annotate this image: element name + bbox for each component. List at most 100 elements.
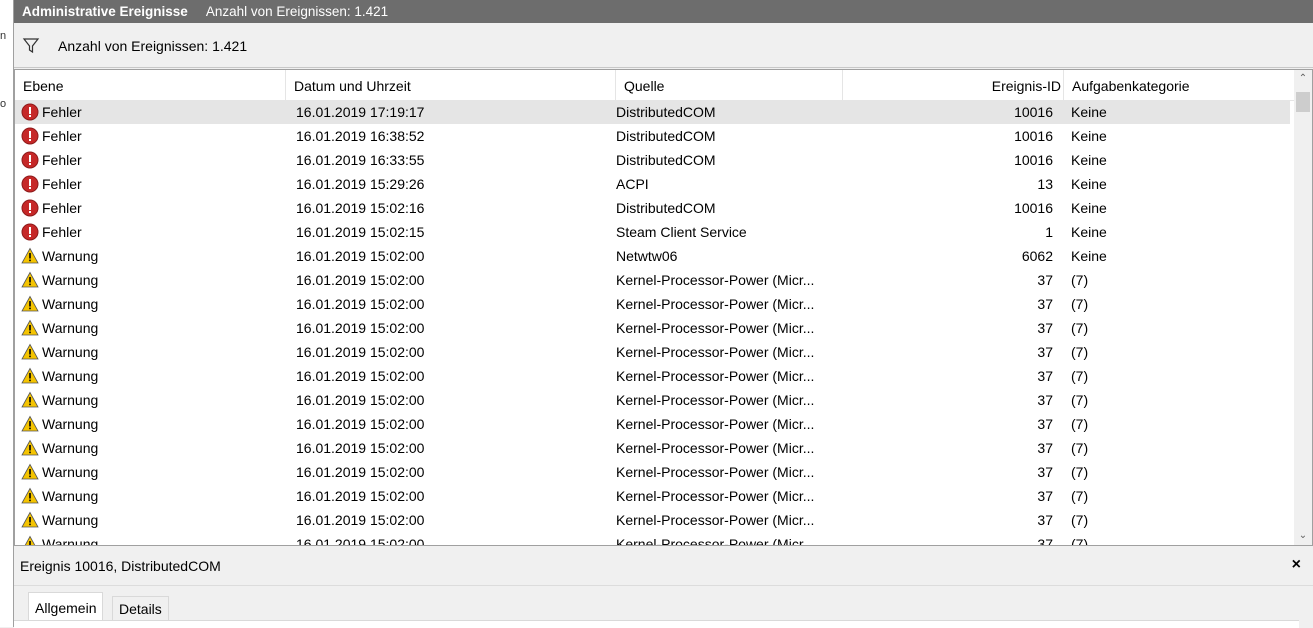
cell-category: (7)	[1071, 272, 1089, 288]
cell-event-id: 10016	[1014, 200, 1053, 216]
column-header-datum[interactable]: Datum und Uhrzeit	[286, 70, 616, 100]
scrollbar-thumb[interactable]	[1296, 92, 1310, 112]
error-icon	[21, 151, 42, 169]
cell-category: Keine	[1071, 176, 1107, 192]
table-row[interactable]: Warnung 16.01.2019 15:02:00 Kernel-Process…	[15, 412, 1290, 436]
cell-event-id: 37	[1037, 272, 1053, 288]
view-title-bar: Administrative Ereignisse Anzahl von Ere…	[14, 0, 1313, 23]
cell-date: 16.01.2019 15:02:00	[296, 296, 425, 312]
table-row[interactable]: Warnung 16.01.2019 15:02:00 Kernel-Process…	[15, 340, 1290, 364]
warning-icon	[21, 247, 42, 265]
cell-category: (7)	[1071, 464, 1089, 480]
table-row[interactable]: Warnung 16.01.2019 15:02:00 Kernel-Process…	[15, 532, 1290, 546]
close-icon[interactable]: ×	[1292, 556, 1301, 574]
event-detail-title: Ereignis 10016, DistributedCOM	[20, 558, 221, 574]
column-header-quelle[interactable]: Quelle	[616, 70, 843, 100]
cell-event-id: 10016	[1014, 128, 1053, 144]
table-header: Ebene Datum und Uhrzeit Quelle Ereignis-…	[15, 70, 1295, 101]
table-row[interactable]: Warnung 16.01.2019 15:02:00 Kernel-Process…	[15, 388, 1290, 412]
cell-event-id: 37	[1037, 416, 1053, 432]
cell-source: Kernel-Processor-Power (Micr...	[616, 368, 815, 384]
scroll-down-icon[interactable]: ⌄	[1294, 527, 1312, 545]
cell-source: DistributedCOM	[616, 200, 716, 216]
column-header-aufgabenkategorie[interactable]: Aufgabenkategorie	[1064, 70, 1295, 100]
cell-level: Fehler	[21, 100, 291, 124]
table-row[interactable]: Fehler 16.01.2019 15:02:16 DistributedCOM 1…	[15, 196, 1290, 220]
cell-level: Fehler	[21, 196, 291, 220]
cell-source: Kernel-Processor-Power (Micr...	[616, 320, 815, 336]
column-header-ebene[interactable]: Ebene	[15, 70, 286, 100]
table-row[interactable]: Warnung 16.01.2019 15:02:00 Kernel-Process…	[15, 364, 1290, 388]
cell-date: 16.01.2019 15:02:16	[296, 200, 425, 216]
table-row[interactable]: Warnung 16.01.2019 15:02:00 Kernel-Process…	[15, 460, 1290, 484]
cell-source: Kernel-Processor-Power (Micr...	[616, 536, 815, 546]
table-row[interactable]: Warnung 16.01.2019 15:02:00 Kernel-Process…	[15, 484, 1290, 508]
level-label: Warnung	[42, 296, 99, 312]
cell-event-id: 37	[1037, 344, 1053, 360]
table-row[interactable]: Fehler 16.01.2019 15:02:15 Steam Client Se…	[15, 220, 1290, 244]
table-row[interactable]: Warnung 16.01.2019 15:02:00 Kernel-Process…	[15, 436, 1290, 460]
cell-level: Fehler	[21, 172, 291, 196]
cell-category: (7)	[1071, 368, 1089, 384]
level-label: Warnung	[42, 536, 99, 546]
table-row[interactable]: Warnung 16.01.2019 15:02:00 Kernel-Process…	[15, 292, 1290, 316]
cell-date: 16.01.2019 15:02:00	[296, 344, 425, 360]
cell-date: 16.01.2019 15:02:00	[296, 272, 425, 288]
table-row[interactable]: Fehler 16.01.2019 16:33:55 DistributedCOM 1…	[15, 148, 1290, 172]
error-icon	[21, 223, 42, 241]
filter-funnel-icon[interactable]	[22, 37, 40, 55]
cell-source: Kernel-Processor-Power (Micr...	[616, 464, 815, 480]
column-header-ereignis-id[interactable]: Ereignis-ID	[843, 70, 1064, 100]
table-row[interactable]: Warnung 16.01.2019 15:02:00 Kernel-Process…	[15, 508, 1290, 532]
left-pane-edge: n o	[0, 0, 14, 627]
cell-event-id: 13	[1037, 176, 1053, 192]
warning-icon	[21, 487, 42, 505]
left-pane-fragment: n	[0, 30, 7, 42]
cell-date: 16.01.2019 15:02:00	[296, 488, 425, 504]
cell-level: Warnung	[21, 508, 291, 532]
cell-date: 16.01.2019 15:02:00	[296, 320, 425, 336]
cell-level: Warnung	[21, 484, 291, 508]
warning-icon	[21, 295, 42, 313]
cell-category: (7)	[1071, 440, 1089, 456]
table-row[interactable]: Fehler 16.01.2019 15:29:26 ACPI 13 Keine	[15, 172, 1290, 196]
level-label: Warnung	[42, 392, 99, 408]
error-icon	[21, 103, 42, 121]
event-count-subtitle: Anzahl von Ereignissen: 1.421	[205, 4, 389, 19]
cell-category: (7)	[1071, 416, 1089, 432]
tab-allgemein[interactable]: Allgemein	[28, 592, 104, 622]
error-icon	[21, 127, 42, 145]
warning-icon	[21, 319, 42, 337]
cell-level: Warnung	[21, 460, 291, 484]
table-row[interactable]: Warnung 16.01.2019 15:02:00 Kernel-Process…	[15, 268, 1290, 292]
left-pane-fragment: o	[0, 98, 7, 110]
table-row[interactable]: Fehler 16.01.2019 17:19:17 DistributedCOM 1…	[15, 100, 1290, 124]
table-row[interactable]: Fehler 16.01.2019 16:38:52 DistributedCOM 1…	[15, 124, 1290, 148]
tab-details[interactable]: Details	[112, 596, 169, 622]
cell-date: 16.01.2019 15:02:15	[296, 224, 425, 240]
cell-level: Fehler	[21, 220, 291, 244]
warning-icon	[21, 511, 42, 529]
cell-event-id: 37	[1037, 488, 1053, 504]
level-label: Warnung	[42, 416, 99, 432]
warning-icon	[21, 439, 42, 457]
cell-event-id: 37	[1037, 464, 1053, 480]
level-label: Warnung	[42, 320, 99, 336]
cell-category: (7)	[1071, 296, 1089, 312]
level-label: Warnung	[42, 488, 99, 504]
cell-date: 16.01.2019 15:02:00	[296, 368, 425, 384]
level-label: Fehler	[42, 224, 82, 240]
cell-level: Fehler	[21, 124, 291, 148]
cell-event-id: 10016	[1014, 104, 1053, 120]
cell-category: Keine	[1071, 128, 1107, 144]
cell-date: 16.01.2019 15:02:00	[296, 536, 425, 546]
scroll-up-icon[interactable]: ⌃	[1294, 70, 1312, 88]
vertical-scrollbar[interactable]: ⌃ ⌄	[1294, 70, 1312, 545]
table-row[interactable]: Warnung 16.01.2019 15:02:00 Kernel-Process…	[15, 316, 1290, 340]
cell-level: Warnung	[21, 316, 291, 340]
cell-source: DistributedCOM	[616, 152, 716, 168]
cell-level: Warnung	[21, 412, 291, 436]
table-row[interactable]: Warnung 16.01.2019 15:02:00 Netwtw06 6062 Ke…	[15, 244, 1290, 268]
cell-source: Kernel-Processor-Power (Micr...	[616, 296, 815, 312]
cell-category: (7)	[1071, 512, 1089, 528]
